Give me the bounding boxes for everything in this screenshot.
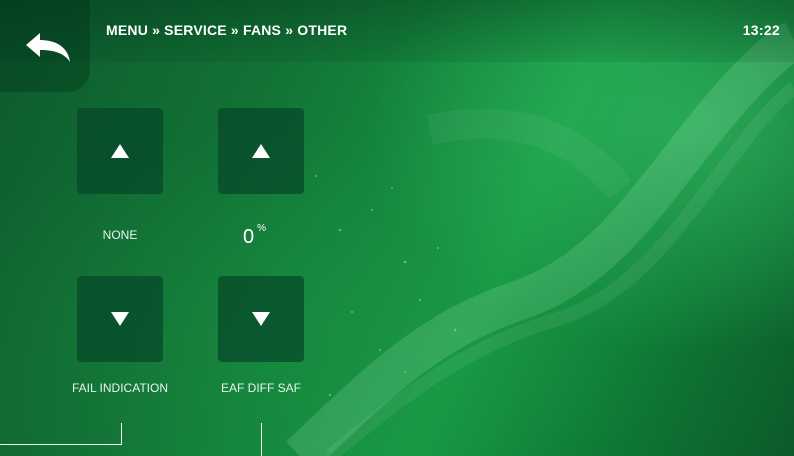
eaf-diff-saf-number: 0 — [243, 226, 255, 248]
eaf-diff-saf-unit: % — [257, 223, 267, 234]
back-arrow-icon — [26, 33, 70, 62]
fail-indication-up-button[interactable] — [77, 108, 163, 194]
triangle-down-icon — [252, 312, 270, 326]
fail-indication-value: NONE — [102, 228, 138, 242]
triangle-up-icon — [111, 144, 129, 158]
eaf-diff-saf-up-button[interactable] — [218, 108, 304, 194]
breadcrumb: MENU » SERVICE » FANS » OTHER — [106, 22, 348, 38]
eaf-diff-saf-down-button[interactable] — [218, 276, 304, 362]
back-button[interactable] — [0, 0, 90, 92]
connector-line-vertical-2 — [261, 423, 262, 456]
connector-line-horizontal — [0, 444, 122, 445]
fail-indication-down-button[interactable] — [77, 276, 163, 362]
eaf-diff-saf-label: EAF DIFF SAF — [220, 381, 301, 395]
fail-indication-label: FAIL INDICATION — [71, 381, 168, 395]
connector-line-vertical-1 — [121, 423, 122, 445]
clock: 13:22 — [742, 22, 780, 38]
eaf-diff-saf-value: 0% — [243, 223, 267, 249]
triangle-up-icon — [252, 144, 270, 158]
triangle-down-icon — [111, 312, 129, 326]
